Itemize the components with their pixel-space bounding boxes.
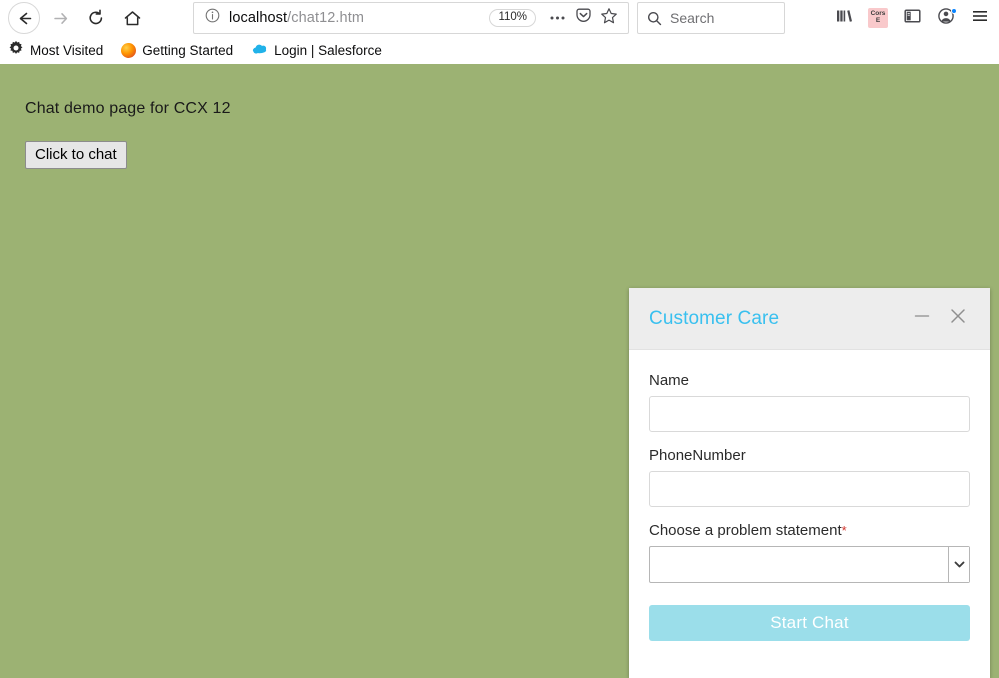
app-menu-button[interactable] (963, 1, 997, 35)
minimize-icon (913, 307, 931, 330)
field-problem-statement: Choose a problem statement* (649, 522, 970, 583)
field-label-phonenumber: PhoneNumber (649, 447, 746, 464)
field-name: Name (649, 372, 970, 432)
url-bar[interactable]: localhost/chat12.htm 110% (193, 2, 629, 34)
pocket-button[interactable] (570, 5, 596, 31)
required-asterisk: * (841, 523, 847, 538)
close-button[interactable] (944, 305, 972, 333)
problem-statement-select-wrapper (649, 546, 970, 583)
bookmark-star-button[interactable] (596, 5, 622, 31)
click-to-chat-button[interactable]: Click to chat (25, 141, 127, 169)
close-icon (948, 306, 968, 331)
sidebar-icon (903, 7, 922, 30)
library-icon (835, 7, 854, 30)
info-icon[interactable] (205, 8, 220, 28)
bookmark-label: Getting Started (142, 42, 234, 58)
minimize-button[interactable] (908, 305, 936, 333)
back-button-circle (8, 2, 40, 34)
bookmark-most-visited[interactable]: Most Visited (8, 40, 103, 61)
star-icon (600, 7, 618, 30)
problem-statement-select[interactable] (649, 546, 970, 583)
field-phonenumber: PhoneNumber (649, 447, 970, 507)
gear-icon (8, 40, 24, 61)
url-path: /chat12.htm (287, 10, 365, 26)
chat-widget-header-actions (908, 305, 972, 333)
home-button[interactable] (114, 0, 150, 36)
reload-icon (87, 9, 105, 27)
forward-button[interactable] (42, 0, 78, 36)
firefox-icon (121, 42, 137, 58)
bookmark-label: Login | Salesforce (274, 42, 382, 58)
chat-widget: Customer Care Name PhoneNumber Choose a … (629, 288, 990, 678)
pocket-icon (575, 7, 592, 29)
start-chat-button[interactable]: Start Chat (649, 605, 970, 641)
sidebar-button[interactable] (895, 1, 929, 35)
url-host: localhost (229, 10, 288, 26)
search-icon (647, 11, 662, 26)
phonenumber-input[interactable] (649, 471, 970, 507)
search-bar[interactable]: Search (637, 2, 785, 34)
zoom-level-badge[interactable]: 110% (489, 8, 536, 28)
bookmark-login-salesforce[interactable]: Login | Salesforce (251, 41, 382, 59)
page-actions-button[interactable] (544, 5, 570, 31)
bookmarks-toolbar: Most Visited Getting Started Login | Sal… (0, 36, 999, 64)
account-button[interactable] (929, 1, 963, 35)
chat-widget-title: Customer Care (649, 307, 780, 329)
cors-badge-line2: E (875, 17, 881, 24)
back-arrow-icon (16, 10, 33, 27)
home-icon (123, 9, 142, 28)
name-input[interactable] (649, 396, 970, 432)
account-notification-dot (951, 8, 957, 14)
page-title: Chat demo page for CCX 12 (25, 100, 231, 117)
salesforce-cloud-icon (251, 41, 268, 59)
browser-chrome: localhost/chat12.htm 110% Search Cors E … (0, 0, 999, 64)
chat-widget-header: Customer Care (629, 288, 990, 350)
hamburger-menu-icon (971, 9, 989, 28)
toolbar-right-group: Cors E (827, 0, 999, 36)
bookmark-getting-started[interactable]: Getting Started (121, 42, 234, 58)
back-button[interactable] (6, 0, 42, 36)
chat-widget-body: Name PhoneNumber Choose a problem statem… (629, 350, 990, 641)
cors-badge-icon: Cors E (868, 8, 888, 28)
page-content-area: Chat demo page for CCX 12 Click to chat … (0, 64, 999, 678)
field-label-text: Choose a problem statement (649, 522, 842, 539)
search-input[interactable]: Search (670, 10, 714, 26)
field-label-name: Name (649, 372, 690, 389)
navigation-toolbar: localhost/chat12.htm 110% Search Cors E (0, 0, 999, 36)
library-button[interactable] (827, 1, 861, 35)
forward-arrow-icon (52, 10, 69, 27)
url-text: localhost/chat12.htm (229, 10, 364, 26)
urlbar-actions (544, 5, 622, 31)
bookmark-label: Most Visited (30, 42, 104, 58)
cors-extension-button[interactable]: Cors E (861, 1, 895, 35)
field-label-problem-statement: Choose a problem statement* (649, 522, 970, 539)
reload-button[interactable] (78, 0, 114, 36)
